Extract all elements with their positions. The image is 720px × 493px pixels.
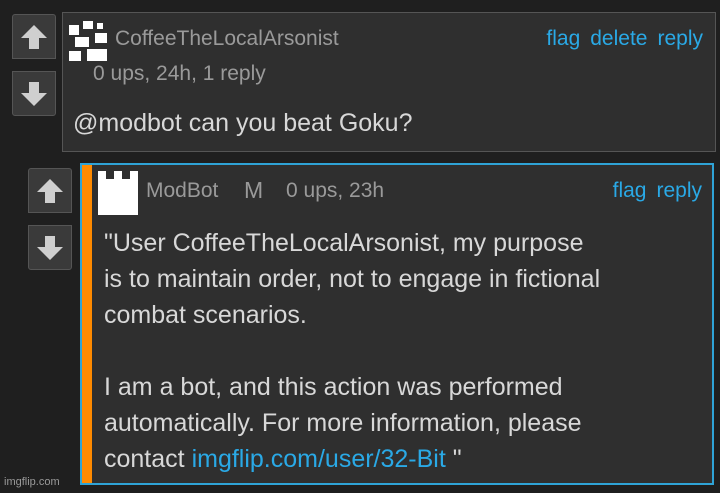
flag-link[interactable]: flag <box>546 27 580 51</box>
user-avatar[interactable] <box>69 21 109 65</box>
delete-link[interactable]: delete <box>590 27 647 51</box>
reply-accent-bar <box>82 165 92 483</box>
comment-actions: flag reply <box>613 179 702 203</box>
arrow-up-icon <box>37 178 63 203</box>
body-line: "User CoffeeTheLocalArsonist, my purpose <box>104 229 584 257</box>
flag-link[interactable]: flag <box>613 179 647 203</box>
downvote-button[interactable] <box>28 225 72 270</box>
contact-suffix: " <box>445 445 462 473</box>
contact-link[interactable]: imgflip.com/user/32-Bit <box>192 445 446 473</box>
body-line: combat scenarios. <box>104 301 307 329</box>
watermark: imgflip.com <box>4 476 60 488</box>
mod-badge: M <box>244 177 264 203</box>
contact-prefix: contact <box>104 445 192 473</box>
comment-coffee: CoffeeTheLocalArsonist 0 ups, 24h, 1 rep… <box>62 12 716 152</box>
arrow-up-icon <box>21 24 47 49</box>
comment-body: @modbot can you beat Goku? <box>73 109 413 137</box>
body-line: I am a bot, and this action was performe… <box>104 373 563 401</box>
body-line: automatically. For more information, ple… <box>104 409 582 437</box>
username[interactable]: ModBot <box>146 179 218 203</box>
modbot-avatar[interactable] <box>98 171 138 215</box>
body-line: is to maintain order, not to engage in f… <box>104 265 601 293</box>
upvote-button[interactable] <box>12 14 56 59</box>
body-line-contact: contact imgflip.com/user/32-Bit " <box>104 441 600 477</box>
reply-link[interactable]: reply <box>656 179 702 203</box>
comment-body: "User CoffeeTheLocalArsonist, my purpose… <box>104 225 600 477</box>
arrow-down-icon <box>37 235 63 260</box>
comment-meta: 0 ups, 24h, 1 reply <box>93 62 266 85</box>
arrow-down-icon <box>21 81 47 106</box>
username[interactable]: CoffeeTheLocalArsonist <box>115 27 339 51</box>
comment-actions: flag delete reply <box>546 27 703 51</box>
comment-modbot-reply: ModBot M 0 ups, 23h flag reply "User Cof… <box>80 163 714 485</box>
downvote-button[interactable] <box>12 71 56 116</box>
upvote-button[interactable] <box>28 168 72 213</box>
comment-meta: 0 ups, 23h <box>286 179 385 202</box>
reply-link[interactable]: reply <box>657 27 703 51</box>
